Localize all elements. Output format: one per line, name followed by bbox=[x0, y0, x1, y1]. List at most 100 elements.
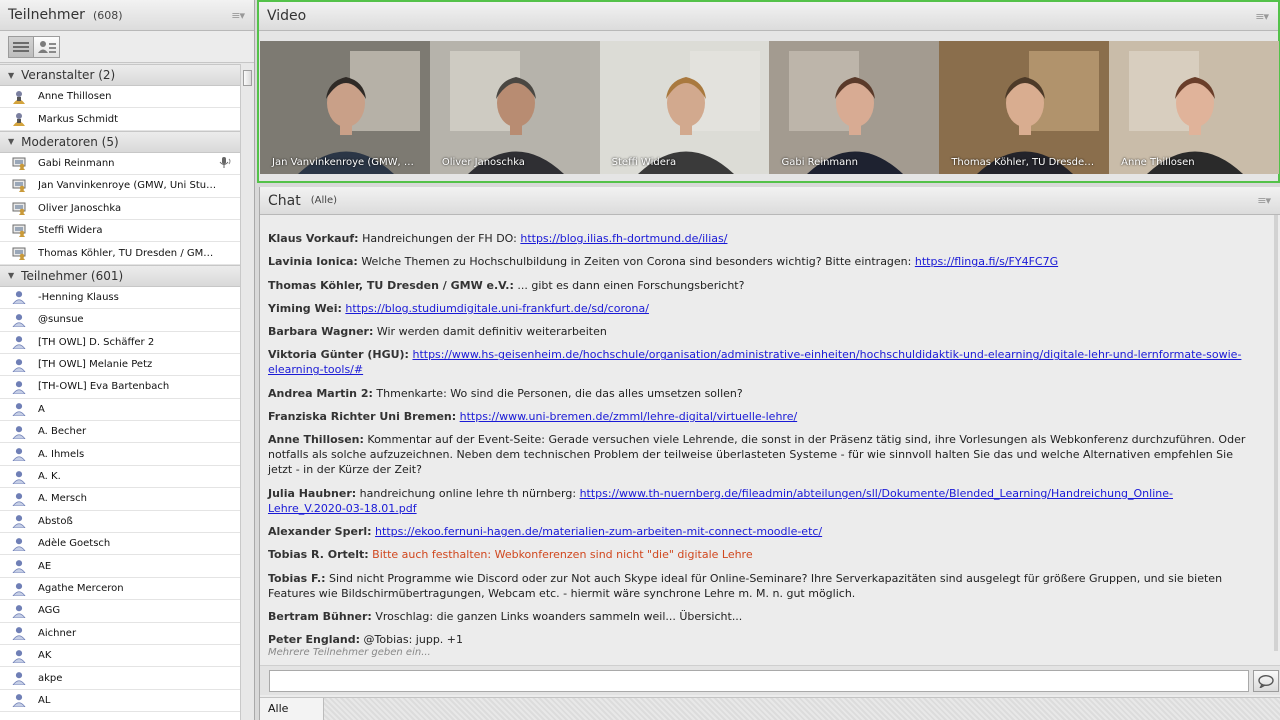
chat-message: Anne Thillosen: Kommentar auf der Event-… bbox=[268, 432, 1249, 477]
chat-pod-title: Chat bbox=[268, 192, 301, 209]
video-tile-label: Gabi Reinmann bbox=[781, 157, 858, 168]
attendee-row[interactable]: AGG bbox=[0, 600, 240, 623]
chat-link[interactable]: https://www.hs-geisenheim.de/hochschule/… bbox=[268, 348, 1241, 376]
chat-sender: Anne Thillosen: bbox=[268, 433, 364, 447]
attendee-name: AE bbox=[38, 560, 52, 572]
attendee-name: Adèle Goetsch bbox=[38, 538, 111, 550]
chat-text: Wir werden damit definitiv weiterarbeite… bbox=[376, 325, 607, 339]
attendee-row[interactable]: Aichner bbox=[0, 623, 240, 645]
attendee-row[interactable]: Oliver Janoschka bbox=[0, 198, 240, 220]
role-group-header[interactable]: ▼ Teilnehmer (601) bbox=[0, 264, 240, 287]
attendee-scrollbar-thumb[interactable] bbox=[243, 70, 252, 86]
chat-sender: Franziska Richter Uni Bremen: bbox=[268, 410, 457, 424]
attendee-row[interactable]: A. Becher bbox=[0, 421, 240, 444]
attendee-name: [TH OWL] D. Schäffer 2 bbox=[38, 336, 155, 348]
pod-menu-icon[interactable]: ≡▾ bbox=[1255, 10, 1269, 23]
video-tile[interactable]: Gabi Reinmann bbox=[769, 41, 940, 174]
participant-person-icon bbox=[12, 649, 26, 663]
attendee-name: AK bbox=[38, 650, 52, 662]
pod-menu-icon[interactable]: ≡▾ bbox=[231, 9, 245, 22]
chat-input[interactable] bbox=[269, 670, 1249, 692]
attendee-row[interactable]: -Henning Klauss bbox=[0, 287, 240, 310]
list-view-button[interactable] bbox=[8, 35, 34, 58]
attendee-row[interactable]: Gabi Reinmann bbox=[0, 153, 240, 176]
role-group-header[interactable]: ▼ Moderatoren (5) bbox=[0, 130, 240, 153]
attendee-row[interactable]: Anne Thillosen bbox=[0, 86, 240, 109]
video-tile[interactable]: Thomas Köhler, TU Dresde… bbox=[939, 41, 1110, 174]
attendee-row[interactable]: A. Ihmels bbox=[0, 443, 240, 466]
attendee-row[interactable]: AE bbox=[0, 555, 240, 578]
attendee-row[interactable]: Thomas Köhler, TU Dresden / GMW… bbox=[0, 242, 240, 265]
chat-link[interactable]: https://blog.ilias.fh-dortmund.de/ilias/ bbox=[520, 232, 727, 245]
participant-person-icon bbox=[12, 582, 26, 596]
chat-message: Viktoria Günter (HGU): https://www.hs-ge… bbox=[268, 347, 1249, 377]
participant-person-icon bbox=[12, 604, 26, 618]
video-tile[interactable]: Anne Thillosen bbox=[1109, 41, 1279, 174]
collapse-caret-icon[interactable]: ▼ bbox=[8, 71, 14, 80]
chat-link[interactable]: https://www.uni-bremen.de/zmml/lehre-dig… bbox=[460, 410, 798, 423]
attendee-row[interactable]: Agathe Merceron bbox=[0, 578, 240, 601]
attendee-row[interactable]: akpe bbox=[0, 667, 240, 690]
participant-person-icon bbox=[12, 335, 26, 350]
attendee-count: (608) bbox=[92, 8, 123, 22]
presenter-screen-icon bbox=[12, 246, 26, 260]
video-tile[interactable]: Jan Vanvinkenroye (GMW, … bbox=[260, 41, 430, 174]
collapse-caret-icon[interactable]: ▼ bbox=[8, 137, 14, 146]
attendee-row[interactable]: A. K. bbox=[0, 466, 240, 489]
attendee-name: A. Mersch bbox=[38, 493, 87, 505]
attendees-pod-header: Teilnehmer (608) ≡▾ bbox=[0, 0, 254, 31]
participant-person-icon bbox=[12, 358, 26, 372]
attendee-row[interactable]: A. Mersch bbox=[0, 488, 240, 511]
attendee-row[interactable]: AL bbox=[0, 690, 240, 713]
send-button[interactable] bbox=[1253, 670, 1279, 692]
detail-view-button[interactable] bbox=[34, 35, 60, 58]
presenter-screen-icon bbox=[12, 179, 26, 193]
chat-sender: Barbara Wagner: bbox=[268, 325, 374, 339]
attendee-row[interactable]: [TH-OWL] Eva Bartenbach bbox=[0, 376, 240, 399]
collapse-caret-icon[interactable]: ▼ bbox=[8, 271, 14, 280]
attendee-name: Aichner bbox=[38, 627, 77, 639]
attendee-name: AGG bbox=[38, 605, 61, 617]
attendee-row[interactable]: Markus Schmidt bbox=[0, 108, 240, 131]
attendee-row[interactable]: A bbox=[0, 399, 240, 422]
host-person-icon bbox=[12, 90, 26, 104]
attendee-row[interactable]: [TH OWL] Melanie Petz bbox=[0, 354, 240, 377]
pod-menu-icon[interactable]: ≡▾ bbox=[1257, 194, 1271, 207]
video-tile-label: Steffi Widera bbox=[611, 157, 677, 168]
attendee-row[interactable]: [TH OWL] D. Schäffer 2 bbox=[0, 332, 240, 354]
chat-sender: Tobias R. Ortelt: bbox=[268, 548, 369, 562]
attendee-name: akpe bbox=[38, 672, 63, 684]
chat-pod-header: Chat (Alle) ≡▾ bbox=[260, 187, 1280, 215]
chat-text: @Tobias: jupp. +1 bbox=[363, 633, 464, 647]
attendee-scrollbar[interactable] bbox=[240, 64, 254, 720]
chat-message: Yiming Wei: https://blog.studiumdigitale… bbox=[268, 301, 1249, 316]
video-tile[interactable]: Oliver Janoschka bbox=[429, 41, 600, 174]
chat-link[interactable]: https://flinga.fi/s/FY4FC7G bbox=[915, 255, 1058, 268]
attendee-row[interactable]: Adèle Goetsch bbox=[0, 533, 240, 556]
presenter-screen-icon bbox=[12, 224, 26, 238]
attendee-name: A bbox=[38, 403, 45, 415]
role-group-header[interactable]: ▼ Veranstalter (2) bbox=[0, 64, 240, 86]
video-tile-label: Oliver Janoschka bbox=[441, 157, 525, 168]
attendee-name: Oliver Janoschka bbox=[38, 202, 122, 214]
attendee-row[interactable]: Abstoß bbox=[0, 511, 240, 534]
attendee-name: -Henning Klauss bbox=[38, 291, 119, 303]
chat-scrollbar[interactable] bbox=[1274, 215, 1278, 651]
host-person-icon bbox=[12, 112, 26, 127]
participant-person-icon bbox=[12, 671, 26, 686]
attendee-row[interactable]: Jan Vanvinkenroye (GMW, Uni Stut… bbox=[0, 175, 240, 198]
chat-sender: Viktoria Günter (HGU): bbox=[268, 348, 409, 362]
participant-person-icon bbox=[12, 626, 26, 641]
video-tile[interactable]: Steffi Widera bbox=[599, 41, 770, 174]
speech-bubble-icon bbox=[1258, 674, 1274, 688]
attendee-row[interactable]: @sunsue bbox=[0, 309, 240, 332]
chat-link[interactable]: https://blog.studiumdigitale.uni-frankfu… bbox=[345, 302, 649, 315]
chat-link[interactable]: https://ekoo.fernuni-hagen.de/materialie… bbox=[375, 525, 822, 538]
participant-person-icon bbox=[12, 402, 26, 417]
tab-all[interactable]: Alle bbox=[260, 698, 324, 720]
typing-indicator: Mehrere Teilnehmer geben ein... bbox=[268, 647, 431, 658]
chat-text: ... gibt es dann einen Forschungsbericht… bbox=[517, 278, 745, 292]
attendee-row[interactable]: Steffi Widera bbox=[0, 220, 240, 243]
chat-sender: Alexander Sperl: bbox=[268, 524, 372, 538]
attendee-row[interactable]: AK bbox=[0, 645, 240, 668]
